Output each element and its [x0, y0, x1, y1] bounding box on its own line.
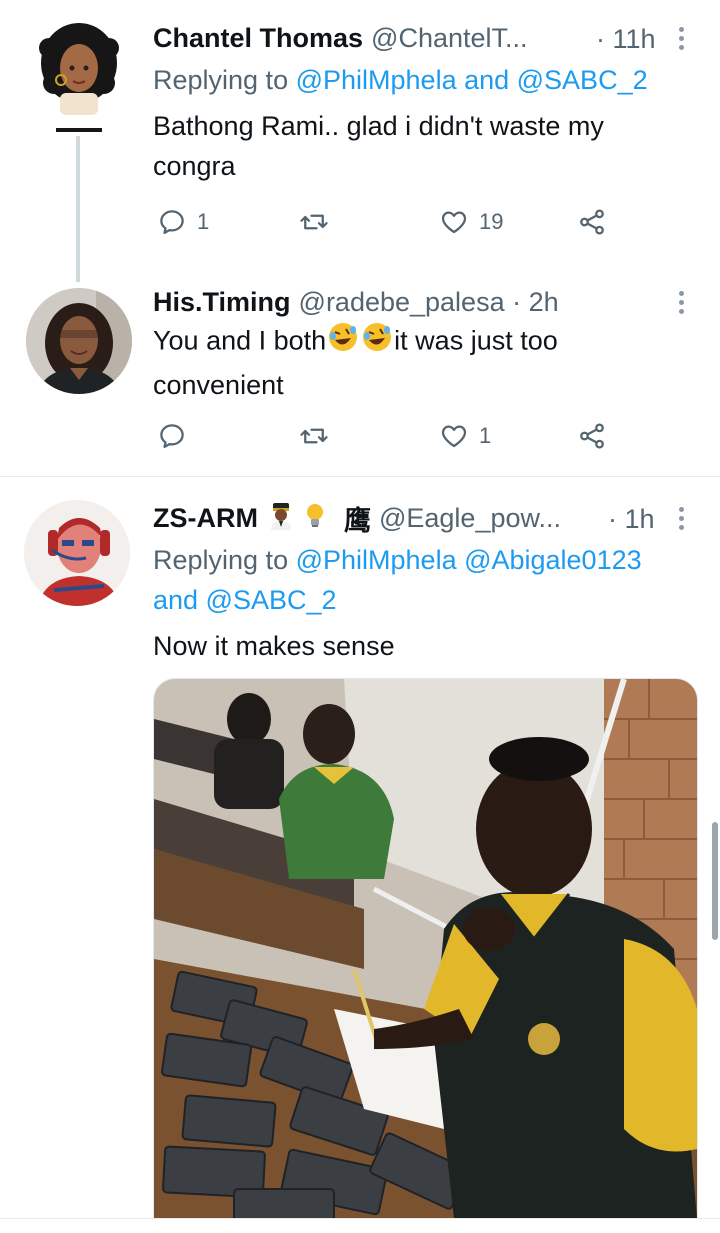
pilot-emoji-icon	[266, 500, 296, 537]
tweet-his-timing[interactable]: His.Timing @radebe_palesa · 2h You and I…	[0, 282, 720, 474]
tweet-media-image[interactable]	[153, 678, 698, 1220]
reply-button[interactable]: 1	[157, 202, 209, 242]
thread-line	[76, 136, 80, 282]
user-handle[interactable]: @Eagle_pow...	[379, 503, 561, 534]
action-bar: 1	[153, 416, 623, 456]
laughing-emoji-icon	[326, 320, 360, 365]
share-icon	[580, 209, 604, 235]
like-button[interactable]: 1	[439, 416, 491, 456]
tweet-time[interactable]: · 1h	[608, 504, 655, 535]
tweet-time[interactable]: · 11h	[596, 24, 656, 55]
tweet-chantel[interactable]: Chantel Thomas @ChantelT... · 11h Replyi…	[0, 0, 720, 282]
tweet-divider	[0, 476, 720, 477]
more-icon[interactable]	[666, 18, 696, 58]
tweet-header: His.Timing @radebe_palesa · 2h	[153, 282, 660, 322]
reply-icon	[160, 210, 184, 234]
replying-to: Replying to @PhilMphela and @SABC_2	[153, 60, 648, 100]
more-icon[interactable]	[666, 282, 696, 322]
reply-count: 1	[197, 209, 210, 234]
text-before-emoji: You and I both	[153, 325, 327, 356]
name-symbol: 鹰	[343, 505, 371, 536]
like-count: 19	[479, 209, 504, 234]
tweet-text: Now it makes sense	[153, 631, 395, 661]
like-button[interactable]: 19	[439, 202, 503, 242]
laughing-emoji-icon	[360, 320, 394, 365]
tweet-text: You and I both it was just too convenient	[153, 320, 633, 405]
like-count: 1	[479, 423, 492, 448]
replying-prefix: Replying to	[153, 65, 296, 95]
replying-prefix: Replying to	[153, 545, 296, 575]
bottom-edge	[0, 1218, 720, 1233]
mention-links[interactable]: @PhilMphela and @SABC_2	[296, 65, 648, 95]
action-bar: 1 19	[153, 202, 623, 242]
reply-icon	[160, 424, 184, 448]
display-name[interactable]: His.Timing	[153, 287, 291, 318]
share-button[interactable]	[577, 416, 607, 456]
avatar-chantel[interactable]	[24, 18, 134, 133]
replying-to: Replying to @PhilMphela @Abigale0123 and…	[153, 540, 693, 620]
user-handle[interactable]: @radebe_palesa · 2h	[299, 287, 559, 318]
scrollbar-thumb[interactable]	[712, 822, 718, 940]
retweet-button[interactable]	[299, 416, 339, 456]
display-name[interactable]: ZS-ARM	[153, 503, 258, 534]
share-button[interactable]	[577, 202, 607, 242]
heart-icon	[441, 211, 467, 234]
avatar-his-timing[interactable]	[26, 288, 132, 394]
tweet-header: Chantel Thomas @ChantelT...	[153, 18, 660, 58]
user-handle[interactable]: @ChantelT...	[371, 23, 527, 54]
tweet-text: Bathong Rami.. glad i didn't waste my co…	[153, 111, 604, 181]
more-icon[interactable]	[666, 498, 696, 538]
avatar-zs-arm[interactable]	[24, 500, 130, 606]
heart-icon	[441, 425, 467, 448]
retweet-icon	[300, 428, 328, 444]
retweet-button[interactable]	[299, 202, 339, 242]
tweet-header: ZS-ARM 鹰 @Eagle_pow...	[153, 498, 660, 538]
light-bulb-emoji-icon	[300, 500, 330, 537]
reply-button[interactable]	[157, 416, 197, 456]
retweet-icon	[300, 214, 328, 230]
share-icon	[580, 423, 604, 449]
display-name[interactable]: Chantel Thomas	[153, 23, 363, 54]
